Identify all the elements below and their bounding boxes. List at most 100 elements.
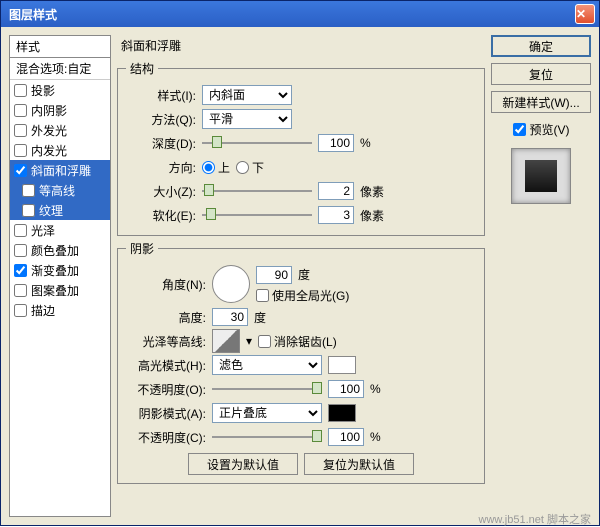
titlebar: 图层样式 ✕ — [1, 1, 599, 27]
altitude-input[interactable] — [212, 308, 248, 326]
highlight-mode-label: 高光模式(H): — [126, 357, 206, 374]
sidebar-label: 光泽 — [31, 222, 55, 239]
new-style-button[interactable]: 新建样式(W)... — [491, 91, 591, 113]
sidebar-label: 等高线 — [39, 182, 75, 199]
direction-down[interactable]: 下 — [236, 159, 264, 176]
sidebar-label: 图案叠加 — [31, 282, 79, 299]
shadow-mode-select[interactable]: 正片叠底 — [212, 403, 322, 423]
sidebar-check-11[interactable] — [14, 304, 27, 317]
size-slider[interactable] — [202, 184, 312, 198]
size-unit: 像素 — [360, 183, 384, 200]
altitude-label: 高度: — [126, 309, 206, 326]
shadow-opacity-input[interactable] — [328, 428, 364, 446]
technique-select[interactable]: 平滑 — [202, 109, 292, 129]
sidebar-check-0[interactable] — [14, 84, 27, 97]
sidebar-label: 纹理 — [39, 202, 63, 219]
preview-swatch — [511, 148, 571, 204]
sidebar-label: 颜色叠加 — [31, 242, 79, 259]
structure-group: 结构 样式(I): 内斜面 方法(Q): 平滑 深度(D): % 方向: — [117, 60, 485, 236]
sidebar-item-8[interactable]: 颜色叠加 — [10, 240, 110, 260]
sidebar-label: 渐变叠加 — [31, 262, 79, 279]
watermark: www.jb51.net 脚本之家 — [479, 511, 591, 527]
soften-label: 软化(E): — [126, 207, 196, 224]
cancel-button[interactable]: 复位 — [491, 63, 591, 85]
ok-button[interactable]: 确定 — [491, 35, 591, 57]
size-input[interactable] — [318, 182, 354, 200]
sidebar-item-9[interactable]: 渐变叠加 — [10, 260, 110, 280]
styles-sidebar: 样式 混合选项:自定 投影内阴影外发光内发光斜面和浮雕等高线纹理光泽颜色叠加渐变… — [9, 35, 111, 517]
dir-up-radio[interactable] — [202, 161, 215, 174]
dir-down-radio[interactable] — [236, 161, 249, 174]
highlight-color-swatch[interactable] — [328, 356, 356, 374]
shading-legend: 阴影 — [126, 240, 158, 257]
depth-unit: % — [360, 136, 371, 150]
sidebar-check-8[interactable] — [14, 244, 27, 257]
sidebar-check-5[interactable] — [22, 184, 35, 197]
sidebar-item-4[interactable]: 斜面和浮雕 — [10, 160, 110, 180]
angle-label: 角度(N): — [126, 276, 206, 293]
sidebar-check-3[interactable] — [14, 144, 27, 157]
direction-label: 方向: — [126, 159, 196, 176]
shadow-mode-label: 阴影模式(A): — [126, 405, 206, 422]
depth-slider[interactable] — [202, 136, 312, 150]
sidebar-item-3[interactable]: 内发光 — [10, 140, 110, 160]
sidebar-item-2[interactable]: 外发光 — [10, 120, 110, 140]
sidebar-label: 投影 — [31, 82, 55, 99]
sidebar-check-7[interactable] — [14, 224, 27, 237]
sidebar-check-9[interactable] — [14, 264, 27, 277]
shadow-color-swatch[interactable] — [328, 404, 356, 422]
gloss-contour-picker[interactable] — [212, 329, 240, 353]
global-light-check[interactable]: 使用全局光(G) — [256, 287, 349, 304]
highlight-opacity-label: 不透明度(O): — [126, 381, 206, 398]
anti-alias-check[interactable]: 消除锯齿(L) — [258, 333, 337, 350]
soften-input[interactable] — [318, 206, 354, 224]
altitude-unit: 度 — [254, 309, 266, 326]
main-panel: 斜面和浮雕 结构 样式(I): 内斜面 方法(Q): 平滑 深度(D): % — [117, 35, 485, 517]
direction-up[interactable]: 上 — [202, 159, 230, 176]
angle-input[interactable] — [256, 266, 292, 284]
sidebar-header: 样式 — [10, 36, 110, 58]
sidebar-check-4[interactable] — [14, 164, 27, 177]
sidebar-item-5[interactable]: 等高线 — [10, 180, 110, 200]
sidebar-check-1[interactable] — [14, 104, 27, 117]
chevron-down-icon[interactable]: ▾ — [246, 334, 252, 348]
sidebar-item-1[interactable]: 内阴影 — [10, 100, 110, 120]
sidebar-check-10[interactable] — [14, 284, 27, 297]
highlight-opacity-slider[interactable] — [212, 382, 322, 396]
sidebar-check-2[interactable] — [14, 124, 27, 137]
shadow-opacity-slider[interactable] — [212, 430, 322, 444]
structure-legend: 结构 — [126, 60, 158, 77]
sidebar-check-6[interactable] — [22, 204, 35, 217]
angle-dial[interactable] — [212, 265, 250, 303]
close-icon: ✕ — [576, 7, 594, 21]
depth-input[interactable] — [318, 134, 354, 152]
sidebar-label: 描边 — [31, 302, 55, 319]
sidebar-label: 外发光 — [31, 122, 67, 139]
preview-check[interactable]: 预览(V) — [491, 121, 591, 138]
depth-label: 深度(D): — [126, 135, 196, 152]
sidebar-item-11[interactable]: 描边 — [10, 300, 110, 320]
style-label: 样式(I): — [126, 87, 196, 104]
shadow-opacity-label: 不透明度(C): — [126, 429, 206, 446]
highlight-opacity-input[interactable] — [328, 380, 364, 398]
make-default-button[interactable]: 设置为默认值 — [188, 453, 298, 475]
blend-options-row[interactable]: 混合选项:自定 — [10, 58, 110, 80]
right-column: 确定 复位 新建样式(W)... 预览(V) — [491, 35, 591, 517]
reset-default-button[interactable]: 复位为默认值 — [304, 453, 414, 475]
angle-unit: 度 — [298, 266, 310, 283]
sidebar-item-6[interactable]: 纹理 — [10, 200, 110, 220]
style-select[interactable]: 内斜面 — [202, 85, 292, 105]
sidebar-item-10[interactable]: 图案叠加 — [10, 280, 110, 300]
gloss-contour-label: 光泽等高线: — [126, 333, 206, 350]
highlight-mode-select[interactable]: 滤色 — [212, 355, 322, 375]
sidebar-item-0[interactable]: 投影 — [10, 80, 110, 100]
close-button[interactable]: ✕ — [575, 4, 595, 24]
technique-label: 方法(Q): — [126, 111, 196, 128]
layer-style-dialog: 图层样式 ✕ 样式 混合选项:自定 投影内阴影外发光内发光斜面和浮雕等高线纹理光… — [0, 0, 600, 526]
sidebar-label: 内阴影 — [31, 102, 67, 119]
soften-unit: 像素 — [360, 207, 384, 224]
sidebar-label: 斜面和浮雕 — [31, 162, 91, 179]
soften-slider[interactable] — [202, 208, 312, 222]
sidebar-item-7[interactable]: 光泽 — [10, 220, 110, 240]
shading-group: 阴影 角度(N): 度 使用全局光(G) 高度: 度 — [117, 240, 485, 484]
